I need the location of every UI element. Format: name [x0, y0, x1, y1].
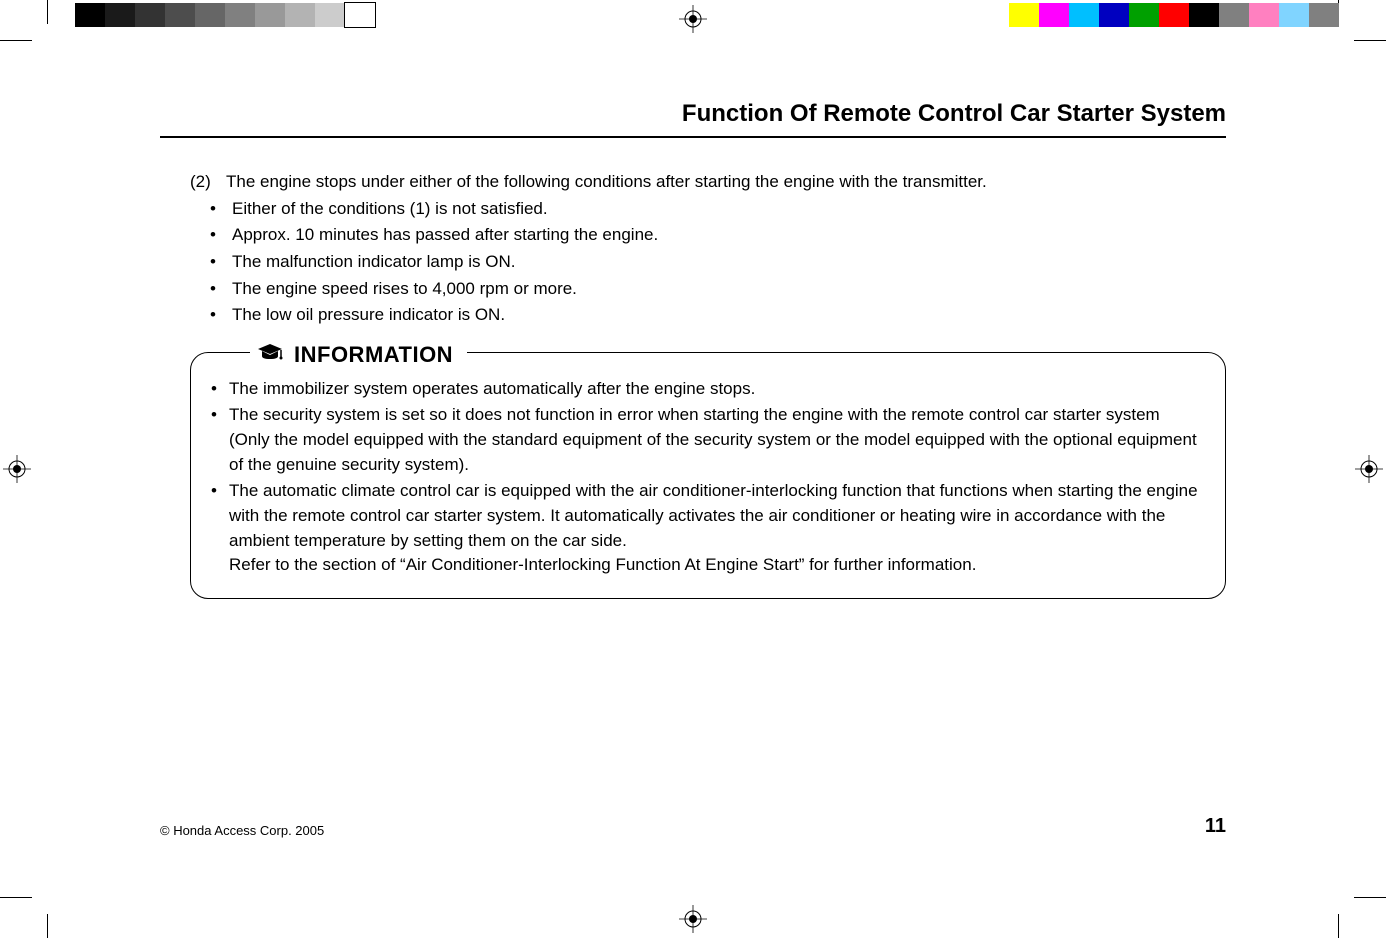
bullet-icon: • — [210, 303, 232, 328]
grayscale-bar — [75, 3, 375, 27]
info-bullet-text: The immobilizer system operates automati… — [229, 377, 755, 402]
bullet-icon: • — [210, 277, 232, 302]
graduation-cap-icon — [256, 338, 284, 373]
bullet-icon: • — [211, 377, 229, 402]
numbered-item: (2) The engine stops under either of the… — [190, 170, 1226, 195]
registration-mark-icon — [679, 905, 707, 933]
crop-mark — [47, 0, 48, 24]
crop-mark — [0, 897, 32, 898]
information-body: • The immobilizer system operates automa… — [190, 352, 1226, 599]
bullet-text: Approx. 10 minutes has passed after star… — [232, 223, 658, 248]
information-label: INFORMATION — [294, 339, 453, 371]
bullet-icon: • — [210, 250, 232, 275]
bullet-icon: • — [210, 223, 232, 248]
bullet-icon: • — [211, 479, 229, 578]
title-rule — [160, 136, 1226, 138]
crop-mark — [47, 914, 48, 938]
item-text: The engine stops under either of the fol… — [226, 170, 987, 195]
crop-mark — [1354, 897, 1386, 898]
bullet-text: Either of the conditions (1) is not sati… — [232, 197, 548, 222]
body-content: (2) The engine stops under either of the… — [160, 170, 1226, 599]
page-title: Function Of Remote Control Car Starter S… — [160, 100, 1226, 128]
page-number: 11 — [1205, 815, 1226, 838]
bullet-icon: • — [211, 403, 229, 477]
crop-mark — [0, 40, 32, 41]
info-sub-text: Refer to the section of “Air Conditioner… — [229, 555, 976, 574]
color-bar — [1009, 3, 1339, 27]
page-footer: © Honda Access Corp. 2005 11 — [160, 815, 1226, 838]
bullet-item: • Either of the conditions (1) is not sa… — [190, 197, 1226, 222]
info-bullet-item: • The automatic climate control car is e… — [211, 479, 1205, 578]
information-header: INFORMATION — [250, 338, 467, 373]
item-number: (2) — [190, 170, 226, 195]
crop-mark — [1338, 914, 1339, 938]
registration-mark-icon — [679, 5, 707, 33]
info-bullet-text-group: The automatic climate control car is equ… — [229, 479, 1205, 578]
registration-mark-icon — [1355, 455, 1383, 483]
bullet-text: The malfunction indicator lamp is ON. — [232, 250, 515, 275]
bullet-item: • The low oil pressure indicator is ON. — [190, 303, 1226, 328]
crop-mark — [1354, 40, 1386, 41]
bullet-text: The engine speed rises to 4,000 rpm or m… — [232, 277, 577, 302]
bullet-icon: • — [210, 197, 232, 222]
bullet-item: • The malfunction indicator lamp is ON. — [190, 250, 1226, 275]
information-box: INFORMATION • The immobilizer system ope… — [190, 352, 1226, 599]
bullet-text: The low oil pressure indicator is ON. — [232, 303, 505, 328]
info-bullet-item: • The immobilizer system operates automa… — [211, 377, 1205, 402]
bullet-item: • The engine speed rises to 4,000 rpm or… — [190, 277, 1226, 302]
info-bullet-text: The security system is set so it does no… — [229, 403, 1205, 477]
info-bullet-text: The automatic climate control car is equ… — [229, 481, 1198, 549]
copyright-text: © Honda Access Corp. 2005 — [160, 823, 324, 838]
page-content: Function Of Remote Control Car Starter S… — [160, 100, 1226, 838]
info-bullet-item: • The security system is set so it does … — [211, 403, 1205, 477]
registration-mark-icon — [3, 455, 31, 483]
bullet-item: • Approx. 10 minutes has passed after st… — [190, 223, 1226, 248]
